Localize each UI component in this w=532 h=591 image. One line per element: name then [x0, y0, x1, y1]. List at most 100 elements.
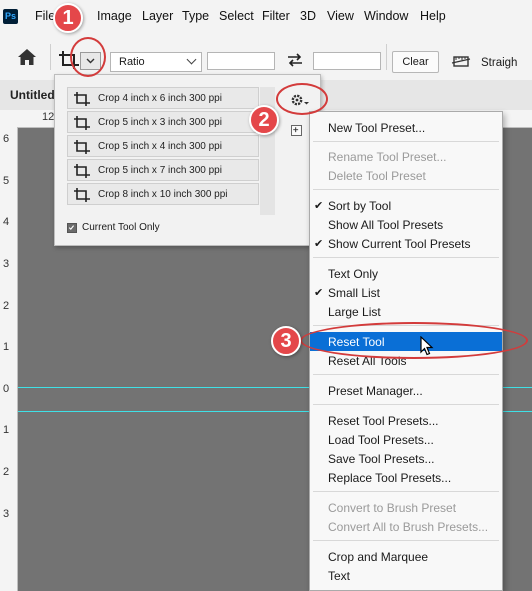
menu-item-show-current-tool-presets[interactable]: ✔ Show Current Tool Presets	[310, 234, 502, 253]
step-badge-2: 2	[249, 105, 279, 135]
menu-item-convert-to-brush-preset: Convert to Brush Preset	[310, 498, 502, 517]
menu-divider	[313, 540, 499, 541]
menu-type[interactable]: Type	[182, 9, 209, 23]
ruler-number: 6	[3, 133, 10, 145]
menu-divider	[313, 374, 499, 375]
menu-item-label: Show All Tool Presets	[328, 218, 444, 232]
menu-item-label: Delete Tool Preset	[328, 169, 426, 183]
menu-item-sort-by-tool[interactable]: ✔ Sort by Tool	[310, 196, 502, 215]
menu-item-delete-tool-preset: Delete Tool Preset	[310, 166, 502, 185]
menu-item-label: New Tool Preset...	[328, 121, 426, 135]
checkmark-icon	[68, 225, 75, 231]
menu-item-label: Load Tool Presets...	[328, 433, 434, 447]
menu-divider	[313, 257, 499, 258]
menu-item-label: Rename Tool Preset...	[328, 150, 447, 164]
new-preset-icon[interactable]	[291, 125, 302, 136]
width-field[interactable]	[207, 52, 275, 70]
swap-icon[interactable]	[286, 52, 304, 68]
menu-item-label: Convert All to Brush Presets...	[328, 520, 489, 534]
annotation-ring	[300, 322, 528, 359]
menu-item-reset-tool-presets[interactable]: Reset Tool Presets...	[310, 411, 502, 430]
home-icon[interactable]	[17, 48, 37, 66]
ratio-select-value: Ratio	[119, 56, 145, 68]
plus-icon	[293, 127, 299, 133]
menu-item-text[interactable]: Text	[310, 566, 502, 585]
menu-item-label: Save Tool Presets...	[328, 452, 435, 466]
menu-item-replace-tool-presets[interactable]: Replace Tool Presets...	[310, 468, 502, 487]
menu-item-label: Sort by Tool	[328, 199, 392, 213]
ruler-number: 1	[3, 341, 10, 353]
checkmark-icon: ✔	[314, 287, 324, 299]
menu-filter[interactable]: Filter	[262, 9, 290, 23]
toolbar-divider	[386, 44, 387, 70]
menu-item-save-tool-presets[interactable]: Save Tool Presets...	[310, 449, 502, 468]
preset-item[interactable]: Crop 5 inch x 7 inch 300 ppi	[67, 159, 259, 181]
menu-3d[interactable]: 3D	[300, 9, 316, 23]
menu-layer[interactable]: Layer	[142, 9, 173, 23]
menu-select[interactable]: Select	[219, 9, 254, 23]
preset-label: Crop 4 inch x 6 inch 300 ppi	[98, 93, 222, 104]
menu-item-label: Reset Tool Presets...	[328, 414, 439, 428]
document-tab[interactable]: Untitled	[10, 88, 55, 102]
ruler-number: 3	[3, 258, 10, 270]
checkmark-icon: ✔	[314, 238, 324, 250]
menu-item-label: Crop and Marquee	[328, 550, 429, 564]
ruler-vertical: 6 5 4 3 2 1 0 1 2 3	[0, 127, 18, 591]
preset-label: Crop 5 inch x 7 inch 300 ppi	[98, 165, 222, 176]
menu-item-label: Replace Tool Presets...	[328, 471, 452, 485]
menu-item-label: Large List	[328, 305, 381, 319]
ruler-number: 2	[3, 300, 10, 312]
ruler-number: 2	[3, 466, 10, 478]
menu-image[interactable]: Image	[97, 9, 132, 23]
crop-preset-icon	[74, 164, 90, 178]
menu-item-convert-all-to-brush-presets: Convert All to Brush Presets...	[310, 517, 502, 536]
menu-help[interactable]: Help	[420, 9, 446, 23]
ratio-select[interactable]: Ratio	[110, 52, 202, 72]
straighten-icon[interactable]	[451, 53, 471, 69]
menu-item-small-list[interactable]: ✔ Small List	[310, 283, 502, 302]
photoshop-logo-icon: Ps	[3, 9, 18, 24]
menu-item-load-tool-presets[interactable]: Load Tool Presets...	[310, 430, 502, 449]
current-tool-only-label: Current Tool Only	[82, 222, 160, 233]
annotation-ring	[70, 37, 106, 77]
menu-item-show-all-tool-presets[interactable]: Show All Tool Presets	[310, 215, 502, 234]
ruler-number: 1	[3, 424, 10, 436]
menu-item-label: Text Only	[328, 267, 379, 281]
preset-label: Crop 8 inch x 10 inch 300 ppi	[98, 189, 228, 200]
preset-item[interactable]: Crop 5 inch x 3 inch 300 ppi	[67, 111, 259, 133]
preset-item[interactable]: Crop 5 inch x 4 inch 300 ppi	[67, 135, 259, 157]
menu-item-new-tool-preset[interactable]: New Tool Preset...	[310, 118, 502, 137]
menu-divider	[313, 189, 499, 190]
menu-item-crop-and-marquee[interactable]: Crop and Marquee	[310, 547, 502, 566]
height-field[interactable]	[313, 52, 381, 70]
toolbar-divider	[50, 44, 51, 70]
menu-item-rename-tool-preset: Rename Tool Preset...	[310, 147, 502, 166]
menu-item-label: Small List	[328, 286, 381, 300]
crop-preset-icon	[74, 116, 90, 130]
preset-item[interactable]: Crop 4 inch x 6 inch 300 ppi	[67, 87, 259, 109]
crop-preset-icon	[74, 188, 90, 202]
menu-divider	[313, 141, 499, 142]
ruler-number: 4	[3, 216, 10, 228]
menu-divider	[313, 491, 499, 492]
ruler-number: 5	[3, 175, 10, 187]
preset-item[interactable]: Crop 8 inch x 10 inch 300 ppi	[67, 183, 259, 205]
step-badge-1: 1	[53, 3, 83, 33]
annotation-ring	[276, 83, 328, 115]
crop-preset-icon	[74, 92, 90, 106]
ruler-number: 12	[42, 111, 55, 123]
straighten-label[interactable]: Straigh	[481, 57, 517, 69]
checkmark-icon: ✔	[314, 200, 324, 212]
menu-divider	[313, 404, 499, 405]
menu-window[interactable]: Window	[364, 9, 408, 23]
menu-item-preset-manager[interactable]: Preset Manager...	[310, 381, 502, 400]
menu-view[interactable]: View	[327, 9, 354, 23]
menu-item-label: Convert to Brush Preset	[328, 501, 457, 515]
current-tool-only-checkbox[interactable]	[67, 223, 77, 233]
menu-item-text-only[interactable]: Text Only	[310, 264, 502, 283]
menu-item-large-list[interactable]: Large List	[310, 302, 502, 321]
clear-button[interactable]: Clear	[392, 51, 439, 73]
chevron-down-icon	[186, 54, 197, 65]
preset-label: Crop 5 inch x 3 inch 300 ppi	[98, 117, 222, 128]
step-badge-3: 3	[271, 326, 301, 356]
